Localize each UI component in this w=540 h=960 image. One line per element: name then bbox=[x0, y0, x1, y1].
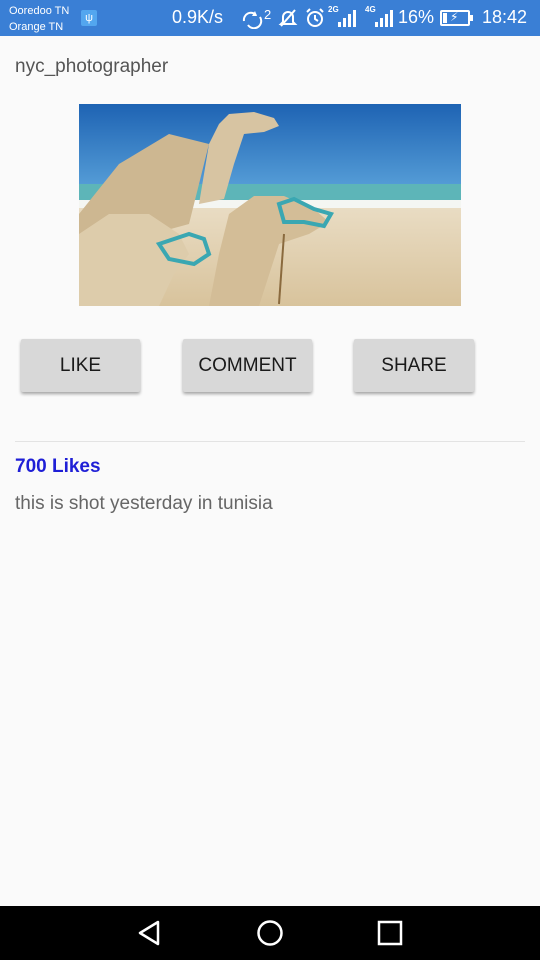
post-photo bbox=[79, 104, 461, 306]
status-bar: Ooredoo TN Orange TN ψ 0.9K/s 2 2G 4G 16… bbox=[0, 0, 540, 36]
silent-icon bbox=[278, 9, 298, 27]
battery-percent: 16% bbox=[398, 7, 435, 27]
share-button[interactable]: SHARE bbox=[354, 339, 474, 392]
post-caption: this is shot yesterday in tunisia bbox=[15, 493, 273, 514]
clock: 18:42 bbox=[482, 7, 528, 27]
likes-count: 700 Likes bbox=[15, 456, 101, 477]
usb-icon: ψ bbox=[81, 10, 97, 26]
signal-4g-icon: 4G bbox=[365, 5, 397, 31]
network-speed: 0.9K/s bbox=[172, 7, 224, 27]
sync-icon: 2 bbox=[242, 7, 271, 29]
carrier-2: Orange TN bbox=[9, 21, 64, 33]
carrier-1: Ooredoo TN bbox=[9, 5, 70, 17]
signal-2g-icon: 2G bbox=[328, 5, 360, 31]
home-icon[interactable] bbox=[256, 919, 284, 947]
like-button[interactable]: LIKE bbox=[21, 339, 140, 392]
carrier-names: Ooredoo TN Orange TN bbox=[9, 3, 69, 35]
post-username: nyc_photographer bbox=[15, 56, 169, 77]
alarm-icon bbox=[306, 8, 324, 27]
comment-button[interactable]: COMMENT bbox=[183, 339, 312, 392]
sync-badge: 2 bbox=[264, 7, 271, 22]
battery-charging-icon: ⚡ bbox=[440, 10, 473, 26]
navigation-bar bbox=[0, 906, 540, 960]
recents-icon[interactable] bbox=[377, 919, 403, 947]
charging-bolt-icon: ⚡ bbox=[450, 10, 459, 24]
back-icon[interactable] bbox=[136, 919, 164, 947]
divider bbox=[15, 441, 525, 442]
battery-fill bbox=[443, 13, 448, 23]
